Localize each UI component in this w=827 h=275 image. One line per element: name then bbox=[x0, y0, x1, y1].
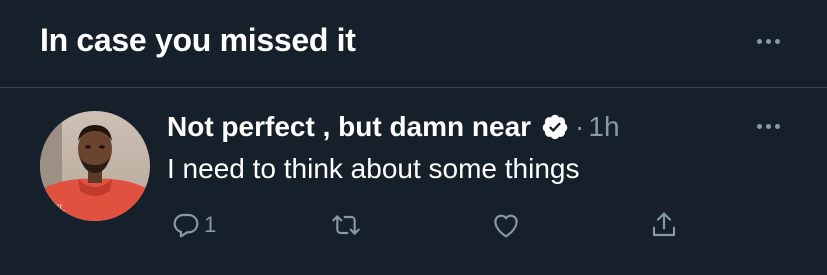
tweet-actions: 1 bbox=[160, 205, 700, 245]
tweet-card[interactable]: SIL Not perfect , but damn near · 1h I n… bbox=[0, 89, 827, 275]
svg-text:SIL: SIL bbox=[50, 203, 65, 214]
tweet-text: I need to think about some things bbox=[167, 153, 580, 184]
tweet-more-button[interactable] bbox=[748, 111, 788, 141]
section-title: In case you missed it bbox=[40, 22, 356, 58]
meta-separator: · bbox=[575, 111, 585, 142]
section-more-button[interactable] bbox=[748, 26, 788, 56]
heart-icon bbox=[494, 214, 518, 238]
section-header: In case you missed it bbox=[0, 0, 827, 88]
like-button[interactable] bbox=[490, 205, 522, 245]
reply-button[interactable]: 1 bbox=[170, 205, 216, 245]
display-name[interactable]: Not perfect , but damn near bbox=[167, 111, 531, 143]
tweet-timestamp[interactable]: 1h bbox=[588, 111, 619, 143]
reply-count: 1 bbox=[204, 212, 217, 237]
tweet-header: Not perfect , but damn near · 1h bbox=[167, 107, 620, 147]
share-icon bbox=[652, 212, 676, 237]
more-horizontal-icon bbox=[756, 123, 780, 129]
user-avatar-photo: SIL bbox=[40, 111, 150, 221]
retweet-icon bbox=[332, 215, 360, 235]
verified-badge-icon bbox=[541, 113, 569, 141]
reply-icon bbox=[173, 213, 199, 238]
share-button[interactable] bbox=[648, 205, 680, 245]
retweet-button[interactable] bbox=[330, 205, 362, 245]
more-horizontal-icon bbox=[756, 38, 780, 44]
avatar[interactable]: SIL bbox=[40, 111, 150, 221]
